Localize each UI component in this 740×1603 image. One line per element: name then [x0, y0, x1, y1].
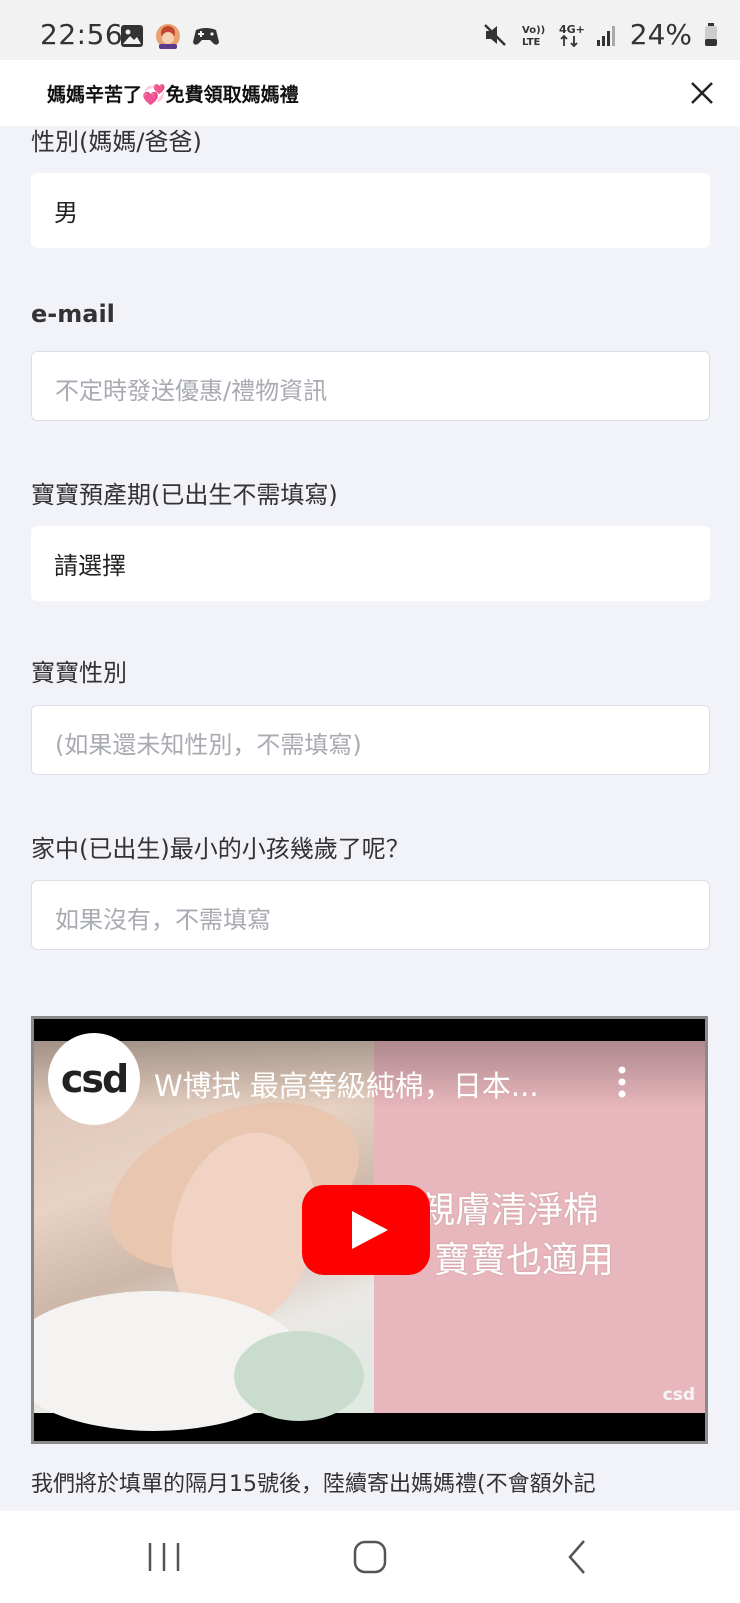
- video-overlay-line1: 親膚清淨棉: [419, 1190, 600, 1231]
- email-placeholder: 不定時發送優惠/禮物資訊: [55, 377, 328, 405]
- baby-gender-placeholder: (如果還未知性別，不需填寫): [55, 731, 362, 759]
- delivery-note-text: 我們將於填單的隔月15號後，陸續寄出媽媽禮(不會額外記: [31, 1472, 596, 1497]
- status-time: 22:56: [40, 18, 124, 51]
- gallery-icon: [121, 25, 143, 47]
- gender-label: 性別(媽媽/爸爸): [31, 128, 202, 156]
- game-controller-icon: [193, 28, 219, 45]
- channel-logo-text: csd: [60, 1057, 129, 1101]
- battery-icon: [705, 22, 717, 46]
- channel-logo[interactable]: csd: [48, 1033, 140, 1125]
- youngest-age-field[interactable]: 如果沒有，不需填寫: [31, 880, 710, 950]
- email-field[interactable]: 不定時發送優惠/禮物資訊: [31, 351, 710, 421]
- gender-select[interactable]: 男: [31, 173, 710, 248]
- video-watermark: csd: [662, 1385, 695, 1405]
- youtube-video-embed[interactable]: 親膚清淨棉 寶寶也適用 csd csd W博拭 最高等級純棉，日本...: [31, 1016, 708, 1444]
- page-title: 媽媽辛苦了💞免費領取媽媽禮: [47, 84, 299, 106]
- youngest-age-placeholder: 如果沒有，不需填寫: [55, 906, 271, 934]
- system-nav-bar: [0, 1511, 740, 1603]
- youtube-play-icon[interactable]: [302, 1185, 430, 1275]
- status-icons-right: Vo)) LTE 4G+ 24%: [482, 18, 718, 51]
- mute-icon: [483, 23, 506, 46]
- signal-icon: [596, 25, 615, 46]
- due-date-select[interactable]: 請選擇: [31, 526, 710, 601]
- youngest-age-label: 家中(已出生)最小的小孩幾歲了呢？: [31, 835, 410, 863]
- svg-text:LTE: LTE: [522, 37, 541, 48]
- baby-gender-label: 寶寶性別: [31, 659, 127, 687]
- video-title[interactable]: W博拭 最高等級純棉，日本...: [154, 1063, 539, 1105]
- header-bar: 媽媽辛苦了💞免費領取媽媽禮: [0, 60, 740, 126]
- recent-apps-icon[interactable]: [142, 1535, 186, 1579]
- status-bar: 22:56 Vo)) LTE 4G+ 24%: [0, 0, 740, 60]
- video-overlay-line2: 寶寶也適用: [434, 1240, 615, 1281]
- due-date-value: 請選擇: [54, 552, 126, 580]
- svg-text:Vo)): Vo)): [522, 25, 545, 36]
- gender-value: 男: [54, 199, 78, 227]
- more-vert-icon[interactable]: [616, 1065, 628, 1099]
- due-date-label: 寶寶預產期(已出生不需填寫): [31, 481, 338, 509]
- svg-text:4G+: 4G+: [559, 23, 584, 36]
- 4g-data-icon: 4G+: [559, 23, 584, 47]
- baby-gender-field[interactable]: (如果還未知性別，不需填寫): [31, 705, 710, 775]
- close-icon[interactable]: [686, 77, 718, 109]
- email-label: e-mail: [31, 300, 115, 328]
- battery-percent: 24%: [629, 18, 692, 51]
- home-icon[interactable]: [348, 1535, 392, 1579]
- volte-icon: Vo)) LTE: [522, 25, 545, 48]
- green-cloth-shape: [234, 1331, 364, 1421]
- status-icons-left: [120, 22, 220, 50]
- form-scroll-area[interactable]: 性別(媽媽/爸爸) 男 e-mail 不定時發送優惠/禮物資訊 寶寶預產期(已出…: [0, 126, 740, 1511]
- avatar-notification-icon: [156, 24, 180, 49]
- back-icon[interactable]: [556, 1535, 600, 1579]
